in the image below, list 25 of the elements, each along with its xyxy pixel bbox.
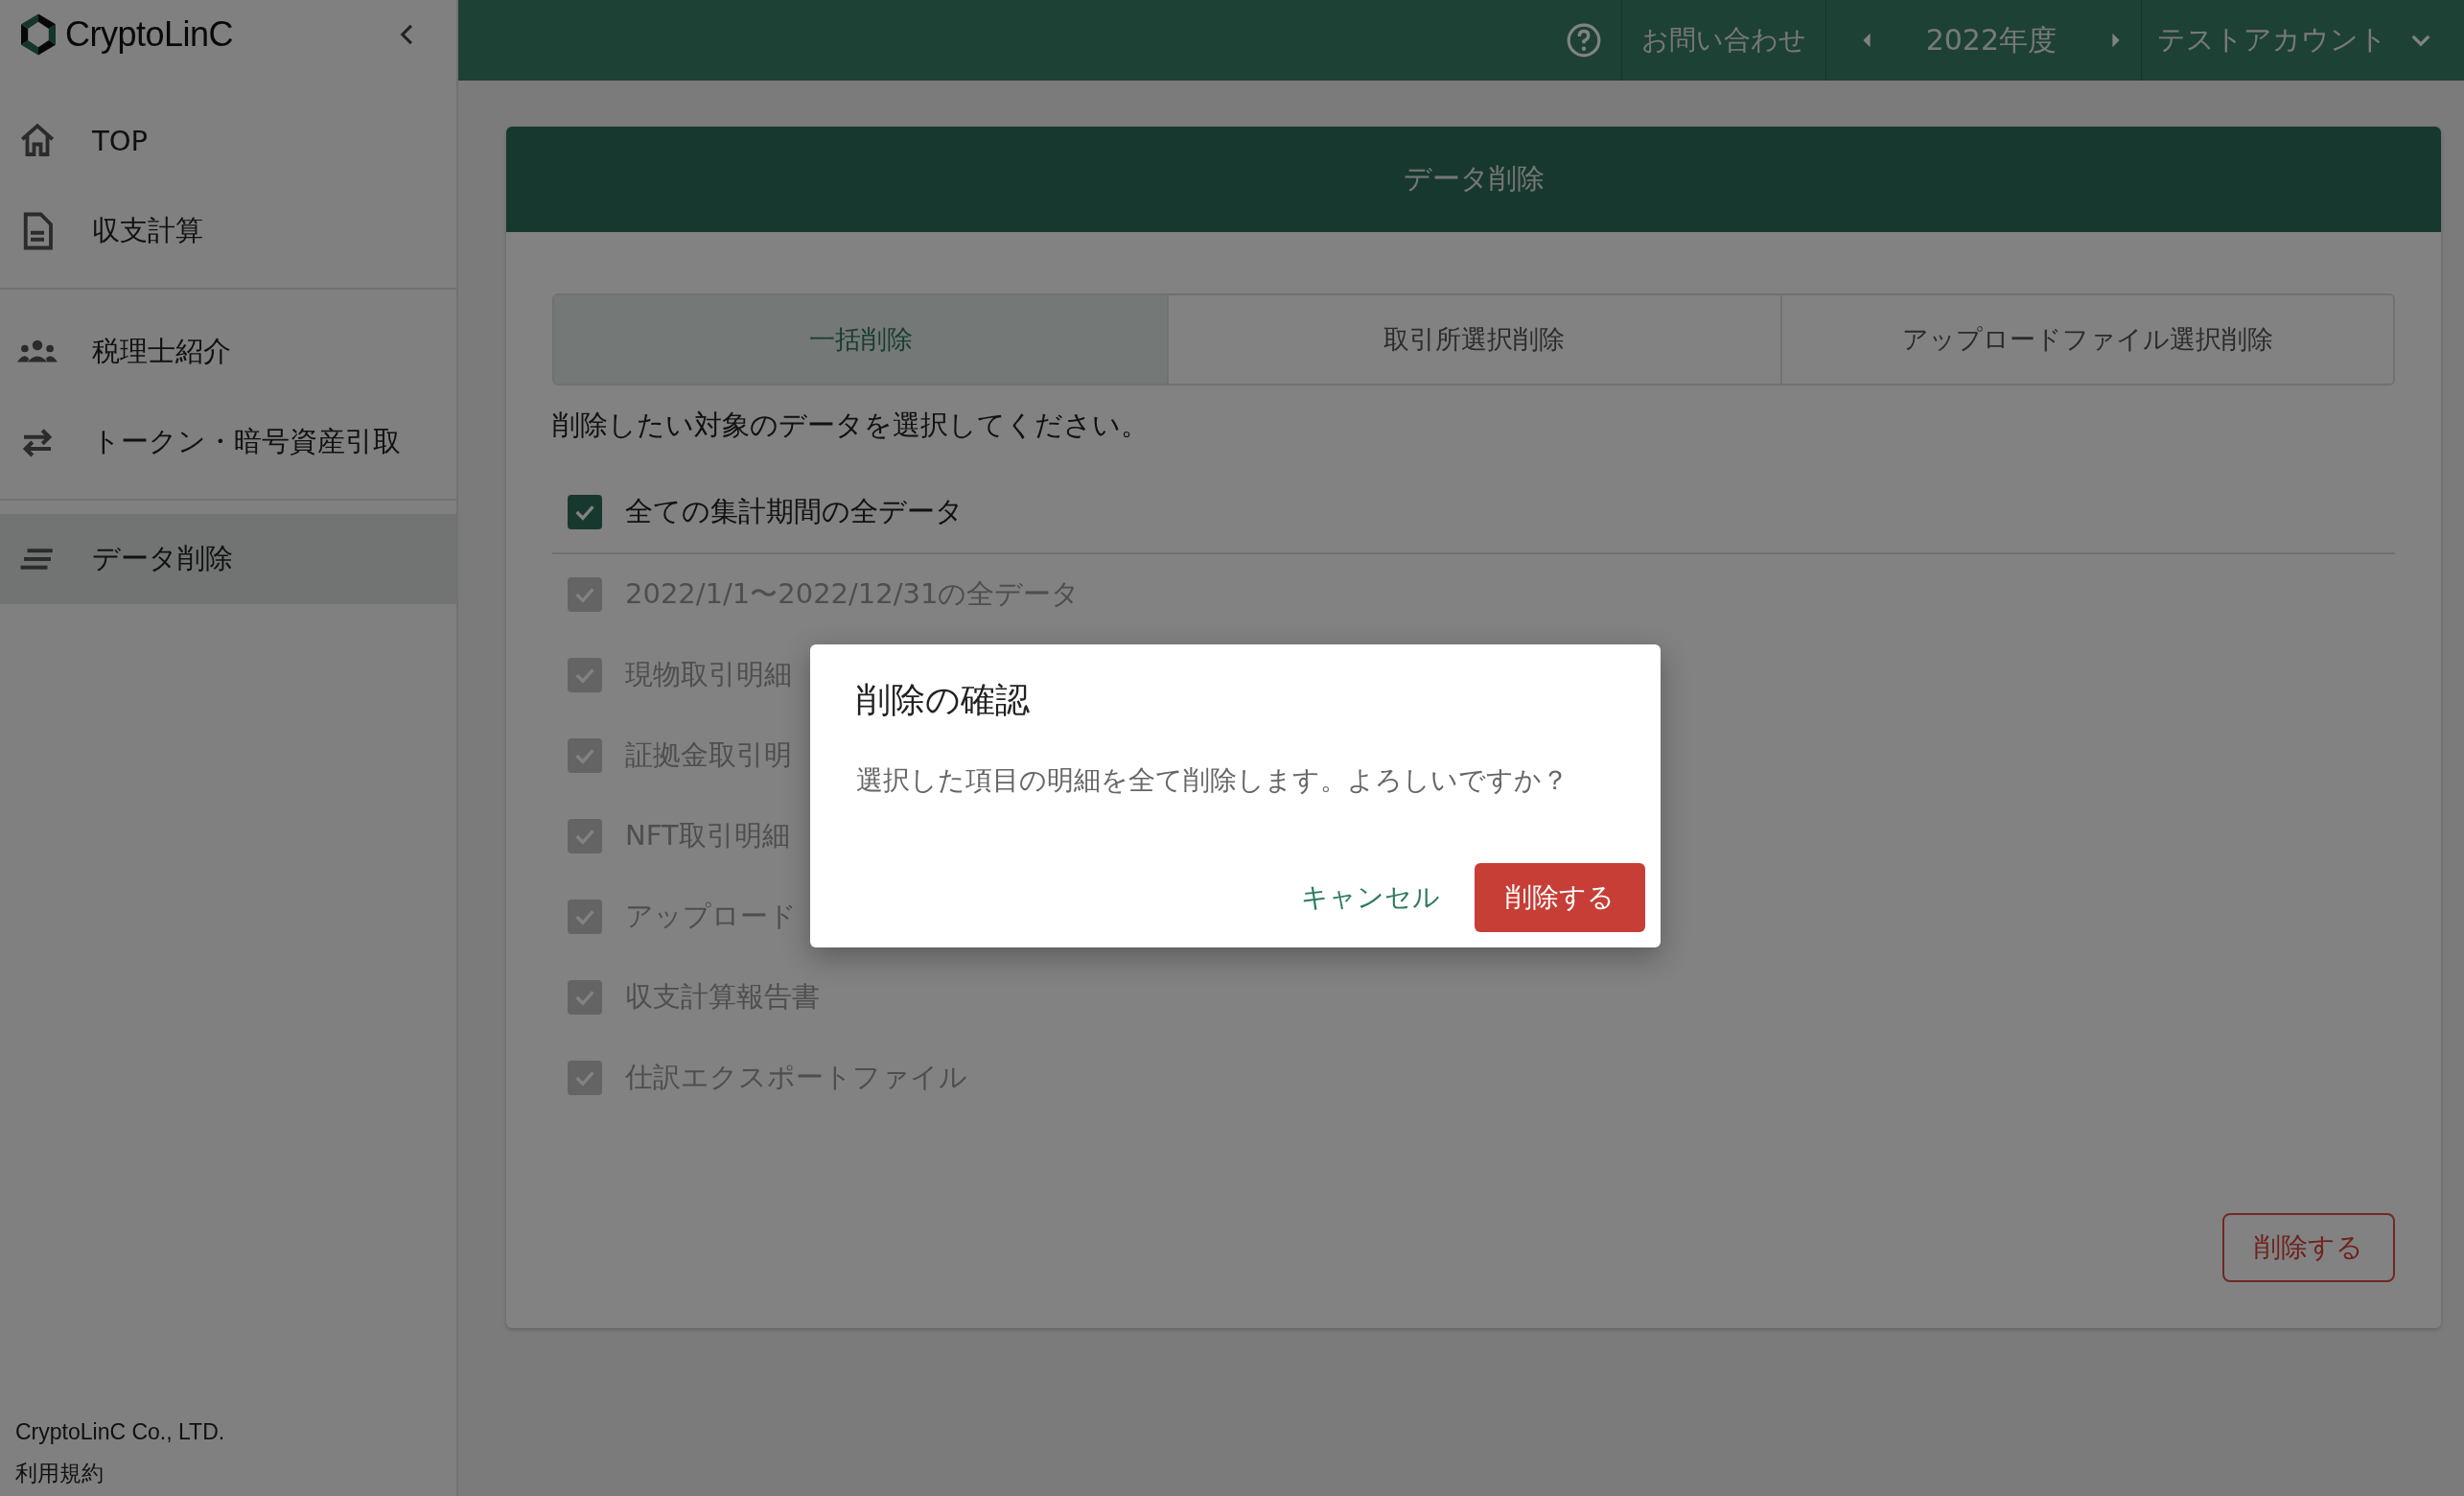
sidebar-item[interactable]: TOP	[0, 96, 456, 186]
instruction-text: 削除したい対象のデータを選択してください。	[552, 408, 1150, 443]
delete-button[interactable]: 削除する	[2222, 1213, 2395, 1282]
confirm-delete-button[interactable]: 削除する	[1475, 863, 1645, 932]
tab[interactable]: 一括削除	[554, 295, 1168, 384]
next-icon[interactable]	[2110, 31, 2122, 50]
dialog-title: 削除の確認	[856, 679, 1031, 721]
checkbox-label: 全ての集計期間の全データ	[625, 494, 964, 529]
chevron-down-icon	[2410, 34, 2431, 47]
dialog-message: 選択した項目の明細を全て削除します。よろしいですか？	[856, 763, 1569, 798]
account-menu[interactable]: テストアカウント	[2141, 0, 2464, 81]
terms-link[interactable]: 利用規約	[15, 1459, 456, 1488]
checkbox[interactable]	[568, 495, 602, 529]
fiscal-year: 2022年度	[1925, 21, 2057, 58]
help-icon[interactable]	[1565, 22, 1602, 58]
tab[interactable]: アップロードファイル選択削除	[1779, 295, 2393, 384]
sidebar-item[interactable]: 税理士紹介	[0, 307, 456, 397]
contact-link[interactable]: お問い合わせ	[1620, 0, 1825, 81]
sidebar-item[interactable]: 収支計算	[0, 186, 456, 276]
company-name: CryptoLinC Co., LTD.	[15, 1419, 226, 1445]
logo-text: CryptoLinC	[65, 14, 234, 55]
card-title: データ削除	[1403, 161, 1545, 197]
sidebar-item[interactable]: データ削除	[0, 514, 456, 604]
sidebar-item[interactable]: トークン・暗号資産引取	[0, 397, 456, 487]
cancel-button[interactable]: キャンセル	[1286, 863, 1455, 932]
